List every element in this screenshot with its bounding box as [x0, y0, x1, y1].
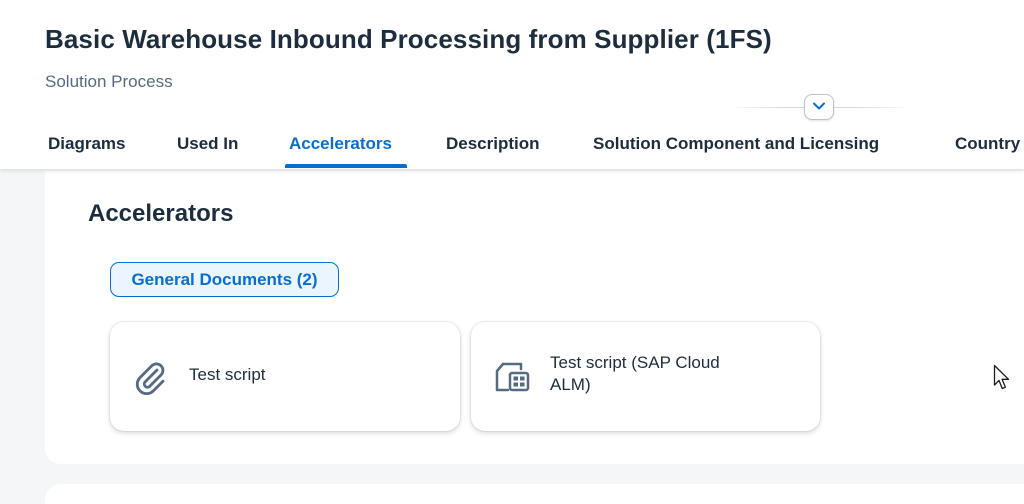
document-card-test-script[interactable]: Test script [110, 322, 460, 431]
document-label: Test script (SAP Cloud ALM) [550, 352, 720, 396]
object-page-header: Basic Warehouse Inbound Processing from … [0, 0, 1024, 169]
paperclip-icon [130, 356, 170, 396]
document-label-line: ALM) [550, 375, 591, 394]
tab-bar: Diagrams Used In Accelerators Descriptio… [0, 119, 1024, 169]
tab-diagrams[interactable]: Diagrams [48, 119, 125, 169]
page-title: Basic Warehouse Inbound Processing from … [45, 24, 772, 54]
tab-country[interactable]: Country [955, 119, 1020, 169]
tab-accelerators[interactable]: Accelerators [289, 119, 392, 169]
document-card-test-script-cloud-alm[interactable]: Test script (SAP Cloud ALM) [471, 322, 820, 431]
next-section [45, 484, 1024, 504]
general-documents-filter-chip[interactable]: General Documents (2) [110, 262, 339, 297]
document-label-line: Test script (SAP Cloud [550, 353, 720, 372]
section-title: Accelerators [88, 200, 234, 227]
collapse-header-button[interactable] [804, 94, 834, 120]
page-subtitle: Solution Process [45, 72, 173, 91]
tab-description[interactable]: Description [446, 119, 540, 169]
document-label: Test script [189, 365, 266, 384]
tab-solution-component-and-licensing[interactable]: Solution Component and Licensing [593, 119, 879, 169]
mouse-cursor-icon [993, 364, 1013, 397]
cloud-alm-icon [491, 356, 531, 396]
chevron-down-icon [812, 98, 826, 116]
active-tab-indicator [285, 164, 407, 168]
tab-used-in[interactable]: Used In [177, 119, 238, 169]
